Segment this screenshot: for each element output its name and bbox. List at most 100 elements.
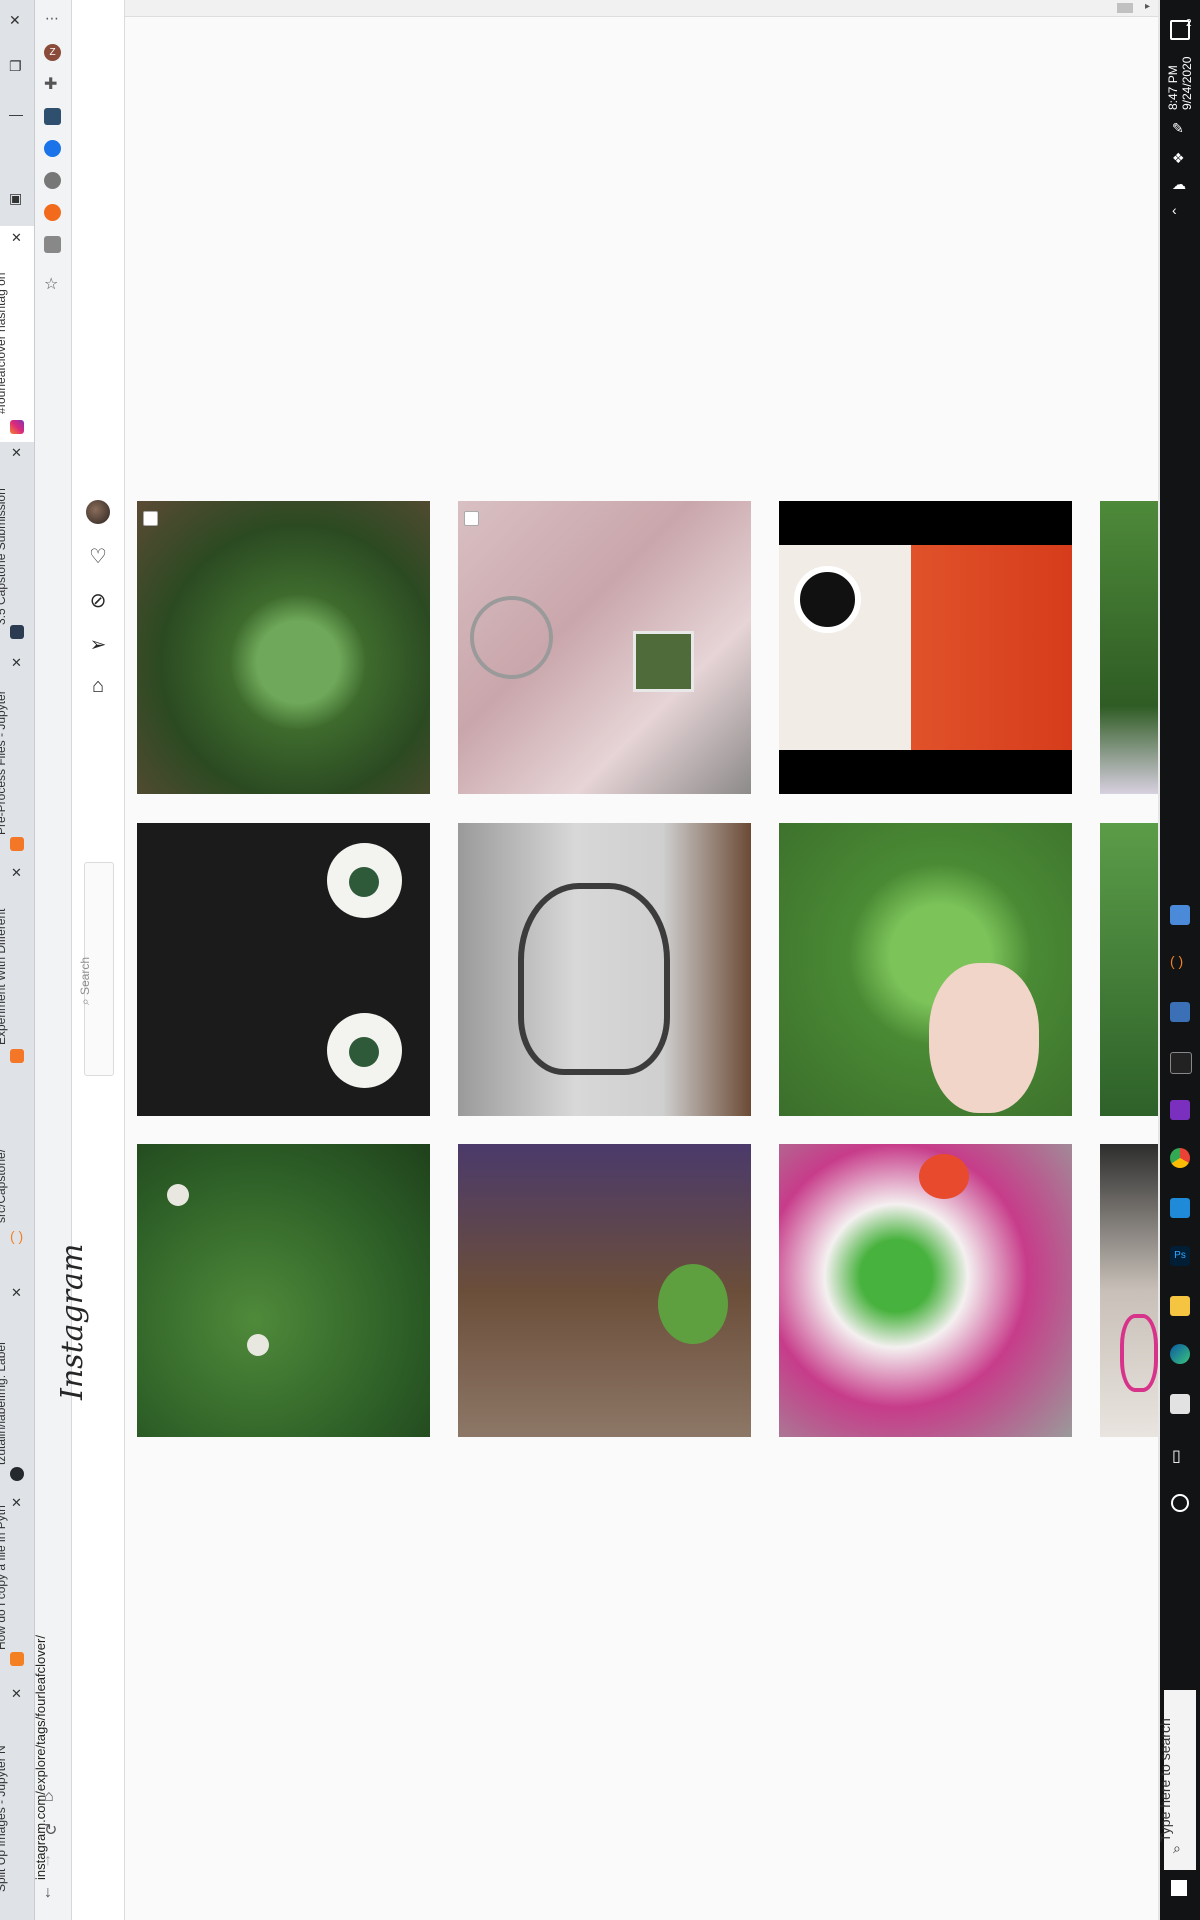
tab-label: tzutalin/labelImg: Label xyxy=(0,1342,8,1465)
store-icon[interactable] xyxy=(1170,1394,1190,1414)
clock[interactable]: 8:47 PM 9/24/2020 xyxy=(1166,57,1194,110)
puzzle-icon[interactable]: ✚ xyxy=(44,74,57,94)
forward-arrow-icon[interactable]: ↑ xyxy=(44,1852,52,1870)
explore-grid xyxy=(125,16,1158,1920)
cortana-icon[interactable] xyxy=(1171,1494,1189,1512)
tab-close-icon[interactable]: ✕ xyxy=(11,865,22,881)
tab-close-icon[interactable]: ✕ xyxy=(11,445,22,461)
direct-icon[interactable]: ➢ xyxy=(86,632,110,656)
tab-fourleafclover[interactable]: #fourleafclover hashtag on ✕ xyxy=(0,226,34,442)
photoshop-icon[interactable]: Ps xyxy=(1170,1246,1190,1266)
notification-count: 2 xyxy=(1186,18,1192,29)
post-tile[interactable] xyxy=(779,823,1072,1116)
back-arrow-icon[interactable]: ↓ xyxy=(44,1884,52,1902)
activity-heart-icon[interactable]: ♡ xyxy=(86,544,110,568)
taskbar-search-input[interactable]: Type here to search ⌕ xyxy=(1157,1690,1196,1870)
extension-icon-3[interactable] xyxy=(44,172,61,189)
chrome-icon[interactable] xyxy=(1170,1148,1190,1168)
drawing-shape xyxy=(518,883,670,1075)
terminal-icon[interactable] xyxy=(1170,1052,1192,1074)
extension-icon-4[interactable] xyxy=(44,204,61,221)
start-button-icon[interactable] xyxy=(1171,1880,1187,1896)
home-icon[interactable]: ⌂ xyxy=(86,674,110,698)
app-icon-3[interactable] xyxy=(1170,1002,1190,1022)
extension-icon-1[interactable] xyxy=(44,108,61,125)
tab-label: Experiment With Different xyxy=(0,908,8,1046)
post-tile[interactable] xyxy=(1100,1144,1158,1437)
windows-taskbar: 2 8:47 PM 9/24/2020 ✎ ❖ ☁ ‹ ( ) Ps ▯ Typ… xyxy=(1157,0,1200,1920)
post-tile[interactable] xyxy=(458,823,751,1116)
explore-icon[interactable]: ⊘ xyxy=(86,588,110,612)
close-window-icon[interactable]: ✕ xyxy=(9,12,21,29)
dropbox-icon[interactable]: ❖ xyxy=(1172,150,1185,167)
scroll-thumb[interactable] xyxy=(1117,3,1133,13)
instagram-logo[interactable]: Instagram xyxy=(55,1244,90,1400)
extension-icon-5[interactable] xyxy=(44,236,61,253)
profile-avatar-icon[interactable]: Z xyxy=(44,44,61,61)
tab-copy-file-python[interactable]: How do I copy a file in Pyth ✕ xyxy=(0,1495,34,1678)
clock-date: 9/24/2020 xyxy=(1180,56,1194,110)
tab-experiment[interactable]: Experiment With Different ✕ xyxy=(0,865,34,1073)
profile-avatar[interactable] xyxy=(86,500,110,524)
tab-pre-process[interactable]: Pre-Process Files - Jupyter ✕ xyxy=(0,655,34,863)
tab-close-icon[interactable]: ✕ xyxy=(11,1686,22,1702)
tab-src-capstone[interactable]: ( ) src/Capstone/ xyxy=(0,1075,34,1283)
home-icon[interactable]: ⌂ xyxy=(44,1788,54,1806)
post-tile[interactable] xyxy=(458,1144,751,1437)
scroll-right-icon[interactable]: ▸ xyxy=(1145,1,1150,12)
post-tile[interactable] xyxy=(1100,501,1158,794)
search-input[interactable]: ⌕ Search xyxy=(78,862,114,1076)
star-icon[interactable]: ☆ xyxy=(44,274,58,294)
pen-icon[interactable]: ✎ xyxy=(1172,120,1184,137)
post-tile[interactable] xyxy=(1100,823,1158,1116)
reload-icon[interactable]: ↻ xyxy=(44,1820,57,1840)
tab-close-icon[interactable]: ✕ xyxy=(11,230,22,246)
instagram-favicon xyxy=(10,420,24,434)
clock-time: 8:47 PM xyxy=(1166,65,1180,110)
stackoverflow-favicon xyxy=(10,1652,24,1666)
tab-label: 3.5 Capstone Submission xyxy=(0,488,8,625)
search-placeholder: ⌕ Search xyxy=(78,956,92,1005)
tab-close-icon[interactable]: ✕ xyxy=(11,1495,22,1511)
clover-shape xyxy=(349,1037,379,1067)
post-tile[interactable] xyxy=(137,501,430,794)
restore-window-icon[interactable]: ❐ xyxy=(9,58,22,75)
url-text[interactable]: instagram.com/explore/tags/fourleafclove… xyxy=(33,1635,48,1880)
cloud-icon[interactable]: ☁ xyxy=(1172,176,1186,193)
tab-labelimg[interactable]: tzutalin/labelImg: Label ✕ xyxy=(0,1285,34,1493)
menu-dots-icon[interactable]: ⋯ xyxy=(45,10,59,27)
vscode-icon[interactable] xyxy=(1170,1198,1190,1218)
clover-charm-shape xyxy=(633,631,694,692)
minimize-window-icon[interactable]: — xyxy=(9,106,23,122)
tab-close-icon[interactable]: ✕ xyxy=(11,655,22,671)
task-view-icon[interactable]: ▯ xyxy=(1172,1446,1181,1466)
jupyter-favicon xyxy=(10,837,24,851)
flower-shape xyxy=(247,1334,269,1356)
tab-label: src/Capstone/ xyxy=(0,1148,8,1223)
edge-icon[interactable] xyxy=(1170,1344,1190,1364)
select-checkbox[interactable] xyxy=(143,511,158,526)
github-favicon xyxy=(10,1467,24,1481)
post-tile[interactable] xyxy=(779,1144,1072,1437)
tab-capstone-submission[interactable]: 3.5 Capstone Submission ✕ xyxy=(0,445,34,653)
horizontal-scrollbar[interactable]: ◂ ▸ xyxy=(72,0,1158,17)
extension-icon-2[interactable] xyxy=(44,140,61,157)
post-tile[interactable] xyxy=(137,823,430,1116)
tab-search-icon[interactable]: ▣ xyxy=(9,190,22,207)
onenote-icon[interactable] xyxy=(1170,1100,1190,1120)
instagram-nav: Instagram ⌕ Search ⌂ ➢ ⊘ ♡ xyxy=(55,0,125,1920)
tab-close-icon[interactable]: ✕ xyxy=(11,1285,22,1301)
post-tile[interactable] xyxy=(137,1144,430,1437)
post-tile[interactable] xyxy=(779,501,1072,794)
jupyter-favicon xyxy=(10,1049,24,1063)
coffee-cup-shape xyxy=(794,566,861,633)
file-explorer-icon[interactable] xyxy=(1170,1296,1190,1316)
brackets-icon[interactable]: ( ) xyxy=(1170,953,1190,973)
show-hidden-icons-icon[interactable]: ‹ xyxy=(1172,202,1177,218)
keyring-shape xyxy=(470,596,553,679)
app-icon-1[interactable] xyxy=(1170,905,1190,925)
select-checkbox[interactable] xyxy=(464,511,479,526)
tab-label: Pre-Process Files - Jupyter xyxy=(0,690,8,835)
tab-split-up-images[interactable]: Split Up Images - Jupyter N ✕ xyxy=(0,1680,34,1920)
post-tile[interactable] xyxy=(458,501,751,794)
